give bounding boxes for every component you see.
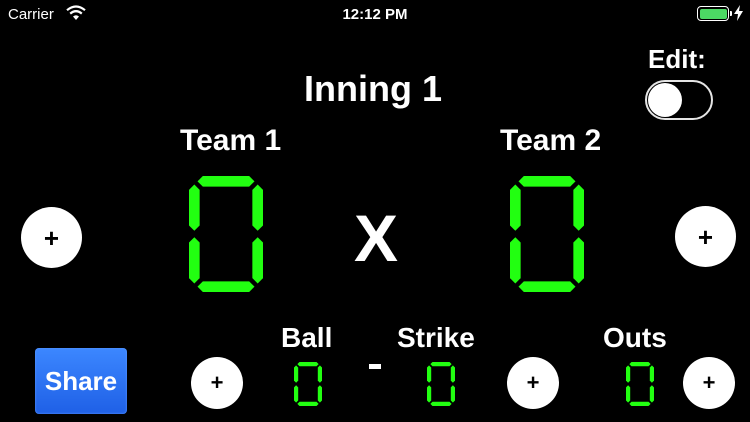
digit-segment-e <box>189 237 200 284</box>
digit-segment-a <box>629 362 651 367</box>
outs-add-button[interactable]: + <box>683 357 735 409</box>
digit-segment-a <box>430 362 452 367</box>
digit-segment-c <box>573 237 584 284</box>
plus-icon: + <box>526 370 540 395</box>
digit-segment-d <box>518 281 576 292</box>
digit-segment-e <box>626 385 631 403</box>
ball-add-button[interactable]: + <box>191 357 243 409</box>
team2-name: Team 2 <box>500 124 602 157</box>
strike-label: Strike <box>397 322 475 353</box>
digit-segment-d <box>629 401 651 406</box>
digit-segment-a <box>297 362 319 367</box>
digit-segment-e <box>294 385 299 403</box>
clock-time: 12:12 PM <box>342 6 408 23</box>
team1-score-display <box>189 176 263 292</box>
team1-add-score-button[interactable]: + <box>21 207 82 268</box>
count-separator <box>369 364 381 369</box>
digit-segment-f <box>626 365 631 383</box>
ball-count-display <box>294 362 322 406</box>
digit-segment-e <box>427 385 432 403</box>
digit-segment-d <box>197 281 255 292</box>
digit-segment-b <box>573 184 584 231</box>
outs-count-display <box>626 362 654 406</box>
status-bar: Carrier 12:12 PM <box>0 0 750 30</box>
ball-label: Ball <box>281 322 333 353</box>
strike-count-display <box>427 362 455 406</box>
digit-segment-c <box>450 385 455 403</box>
digit-segment-d <box>297 401 319 406</box>
digit-segment-f <box>510 184 521 231</box>
charging-bolt-icon <box>734 5 743 21</box>
share-button[interactable]: Share <box>35 348 127 414</box>
digit-segment-e <box>510 237 521 284</box>
battery-icon <box>697 6 732 21</box>
team2-add-score-button[interactable]: + <box>675 206 736 267</box>
digit-segment-a <box>197 176 255 187</box>
battery-cap <box>730 11 732 16</box>
team1-name: Team 1 <box>180 124 282 157</box>
team2-score-display <box>510 176 584 292</box>
plus-icon: + <box>702 370 716 395</box>
digit-segment-b <box>252 184 263 231</box>
digit-segment-c <box>252 237 263 284</box>
digit-segment-f <box>294 365 299 383</box>
strike-add-button[interactable]: + <box>507 357 559 409</box>
plus-icon: + <box>697 221 714 252</box>
versus-label: X <box>354 201 399 275</box>
inning-label: Inning 1 <box>304 68 442 109</box>
digit-segment-c <box>317 385 322 403</box>
digit-segment-f <box>189 184 200 231</box>
digit-segment-c <box>649 385 654 403</box>
digit-segment-b <box>450 365 455 383</box>
digit-segment-d <box>430 401 452 406</box>
outs-label: Outs <box>603 322 667 353</box>
digit-segment-b <box>649 365 654 383</box>
plus-icon: + <box>43 222 60 253</box>
battery-level <box>699 8 727 19</box>
digit-segment-f <box>427 365 432 383</box>
plus-icon: + <box>210 370 224 395</box>
digit-segment-b <box>317 365 322 383</box>
digit-segment-a <box>518 176 576 187</box>
